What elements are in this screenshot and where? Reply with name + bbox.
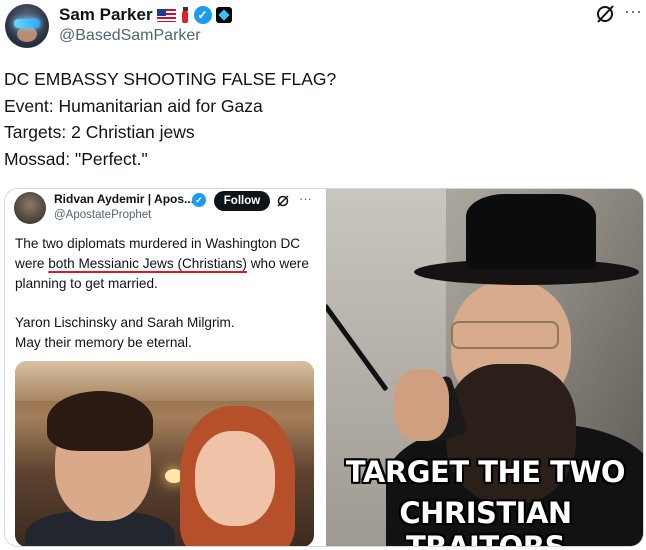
quoted-author-handle: @ApostateProphet <box>54 209 152 221</box>
tweet-line: Targets: 2 Christian jews <box>4 122 195 142</box>
meme-caption-line2: CHRISTIAN TRAITORS <box>399 496 572 547</box>
meme-hat-top <box>466 194 596 269</box>
quoted-tweet-text: The two diplomats murdered in Washington… <box>15 234 320 353</box>
quoted-line: The two diplomats murdered in Washington… <box>15 236 301 251</box>
author-name-row: Sam Parker ✓ <box>59 5 232 25</box>
more-options-icon[interactable]: ··· <box>623 2 643 23</box>
grok-icon[interactable] <box>594 3 616 25</box>
photo-man-hair <box>47 391 153 451</box>
quoted-line: were both Messianic Jews (Christians) wh… <box>15 254 320 274</box>
meme-hand <box>394 369 449 441</box>
meme-image[interactable]: TARGET THE TWO CHRISTIAN TRAITORS <box>326 189 643 547</box>
affiliate-badge-icon[interactable] <box>215 7 232 23</box>
quoted-text-segment: who were <box>246 255 309 271</box>
quoted-follow-button: Follow <box>214 191 270 211</box>
author-avatar[interactable] <box>5 4 49 48</box>
quoted-text-segment: were <box>15 255 49 271</box>
meme-caption-line1: TARGET THE TWO <box>345 455 626 489</box>
photo-ceiling <box>15 361 314 401</box>
quoted-more-icon: ··· <box>299 191 312 206</box>
quoted-line: planning to get married. <box>15 275 158 291</box>
verified-badge-icon[interactable]: ✓ <box>193 6 212 24</box>
tweet-line: Event: Humanitarian aid for Gaza <box>4 95 263 116</box>
quoted-author-avatar <box>14 192 46 224</box>
quoted-author-name: Ridvan Aydemir | Apos... <box>54 192 195 206</box>
author-display-name[interactable]: Sam Parker <box>59 5 153 25</box>
tweet-media[interactable]: Ridvan Aydemir | Apos... ✓ @ApostateProp… <box>4 188 644 547</box>
fire-extinguisher-icon <box>180 7 190 23</box>
quoted-tweet-screenshot[interactable]: Ridvan Aydemir | Apos... ✓ @ApostateProp… <box>5 189 324 546</box>
tweet-line: DC EMBASSY SHOOTING FALSE FLAG? <box>4 69 337 89</box>
us-flag-icon <box>156 8 176 22</box>
tweet-line: Mossad: "Perfect." <box>4 148 148 169</box>
quoted-line: May their memory be eternal. <box>15 335 192 351</box>
quoted-grok-icon <box>277 195 289 207</box>
avatar-glowing-eyes <box>14 19 40 28</box>
couple-photo <box>15 361 314 546</box>
tweet-text: DC EMBASSY SHOOTING FALSE FLAG? Event: H… <box>4 66 624 172</box>
quoted-verified-icon: ✓ <box>192 193 206 207</box>
underlined-phrase: both Messianic Jews (Christians) <box>48 255 247 271</box>
avatar-face <box>17 26 37 42</box>
meme-glasses <box>451 321 559 349</box>
photo-woman-face <box>195 431 275 526</box>
quoted-line: Yaron Lischinsky and Sarah Milgrim. <box>15 315 235 331</box>
author-handle[interactable]: @BasedSamParker <box>59 27 201 45</box>
